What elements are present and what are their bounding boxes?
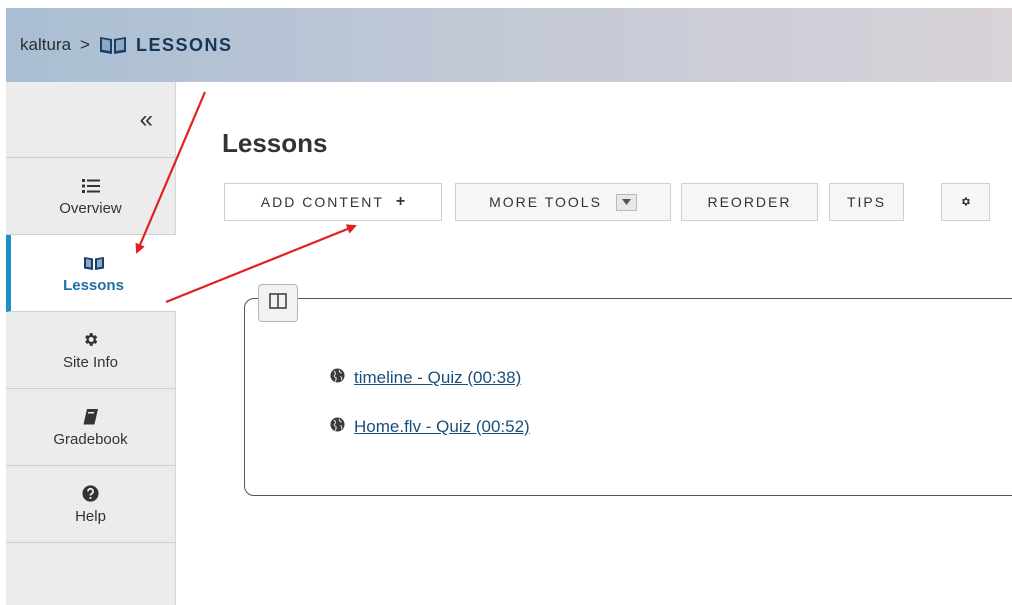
page-title: Lessons [222, 128, 328, 158]
tips-button[interactable]: TIPS [829, 183, 904, 221]
sidebar-item-label: Help [75, 507, 106, 525]
book-open-icon [83, 253, 105, 273]
gear-icon [960, 194, 971, 210]
breadcrumb-separator: > [80, 35, 90, 54]
lesson-section [244, 298, 1012, 496]
top-navigation-bar: kaltura > LESSONS [6, 8, 1012, 82]
more-tools-dropdown[interactable]: MORE TOOLS [455, 183, 671, 221]
tips-label: TIPS [846, 194, 887, 210]
sidebar-item-label: Site Info [62, 353, 119, 371]
sidebar-item-site-info[interactable]: Site Info [6, 312, 175, 389]
double-chevron-left-icon: « [139, 105, 153, 133]
book-open-icon [98, 34, 128, 56]
question-circle-icon [82, 484, 99, 504]
list-item: Home.flv - Quiz (00:52) [330, 417, 530, 437]
globe-icon [330, 368, 345, 388]
section-columns-button[interactable] [258, 284, 298, 322]
list-item: timeline - Quiz (00:38) [330, 368, 521, 388]
reorder-button[interactable]: REORDER [681, 183, 818, 221]
collapse-sidebar-button[interactable]: « [6, 82, 175, 158]
quiz-link-timeline[interactable]: timeline - Quiz (00:38) [354, 368, 521, 388]
sidebar-item-overview[interactable]: Overview [6, 158, 175, 235]
add-content-label: ADD CONTENT [260, 194, 384, 210]
gear-icon [82, 330, 99, 350]
plus-icon: + [395, 193, 406, 210]
sidebar-item-label: Lessons [63, 276, 124, 294]
sidebar-item-gradebook[interactable]: Gradebook [6, 389, 175, 466]
sidebar: « Overview Lessons Site Info Gradebook H… [6, 82, 176, 605]
sidebar-item-label: Gradebook [53, 430, 128, 448]
breadcrumb-site-link[interactable]: kaltura [20, 35, 71, 55]
quiz-link-home-flv[interactable]: Home.flv - Quiz (00:52) [354, 417, 530, 437]
sidebar-item-label: Overview [59, 199, 122, 217]
sidebar-item-help[interactable]: Help [6, 466, 175, 543]
chevron-down-icon [615, 193, 637, 211]
book-icon [83, 407, 99, 427]
breadcrumb-current-tool[interactable]: LESSONS [136, 35, 233, 56]
sidebar-item-lessons[interactable]: Lessons [6, 235, 176, 312]
globe-icon [330, 417, 345, 437]
settings-button[interactable] [941, 183, 990, 221]
more-tools-label: MORE TOOLS [489, 194, 602, 210]
reorder-label: REORDER [707, 194, 792, 210]
add-content-button[interactable]: ADD CONTENT + [224, 183, 442, 221]
columns-icon [269, 292, 287, 314]
list-icon [81, 176, 100, 196]
